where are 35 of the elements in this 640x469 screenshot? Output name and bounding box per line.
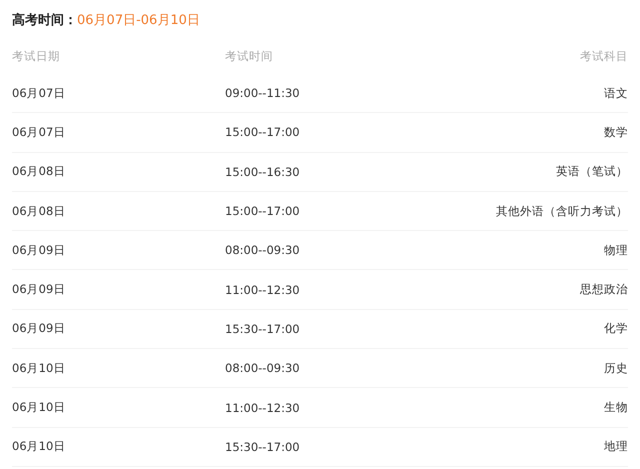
table-cell-text: 化学	[603, 321, 628, 336]
table-cell-text: 06月09日	[12, 282, 66, 298]
column-header: 考试时间	[225, 48, 274, 64]
table-cell-text: 其他外语（含听力考试）	[495, 204, 628, 219]
table-cell-text: 15:00--17:00	[225, 125, 301, 140]
table-cell-text: 09:00--11:30	[225, 86, 301, 100]
column-header: 考试科目	[579, 48, 628, 64]
table-cell-text: 06月08日	[12, 164, 66, 180]
table-cell-text: 06月07日	[12, 124, 66, 140]
table-cell-text: 语文	[603, 86, 628, 101]
table-cell-text: 06月09日	[12, 321, 66, 336]
table-cell-text: 15:30--17:00	[225, 322, 301, 336]
date-range: 06月07日-06月10日	[77, 12, 200, 29]
table-cell-text: 06月10日	[12, 400, 66, 416]
table-cell-text: 思想政治	[579, 282, 628, 298]
table-cell-text: 历史	[603, 360, 628, 376]
table-cell-text: 11:00--12:30	[225, 400, 301, 415]
table-cell-text: 英语（笔试）	[555, 164, 628, 180]
table-cell-text: 08:00--09:30	[225, 361, 301, 376]
table-cell-text: 06月07日	[12, 86, 66, 101]
table-cell-text: 生物	[603, 400, 628, 416]
table-cell-text: 06月09日	[12, 242, 66, 258]
column-header: 考试日期	[12, 48, 61, 64]
table-cell-text: 15:00--17:00	[225, 204, 301, 218]
table-cell-text: 08:00--09:30	[225, 243, 301, 258]
table-cell-text: 11:00--12:30	[225, 282, 301, 297]
title-label: 高考时间：	[12, 12, 77, 29]
table-cell-text: 数学	[603, 124, 628, 140]
table-cell-text: 地理	[603, 439, 628, 454]
table-cell-text: 06月10日	[12, 360, 66, 376]
table-cell-text: 15:00--16:30	[225, 164, 301, 179]
table-cell-text: 06月08日	[12, 204, 66, 219]
table-cell-text: 15:30--17:00	[225, 440, 301, 454]
table-cell-text: 06月10日	[12, 439, 66, 454]
table-cell-text: 物理	[603, 242, 628, 258]
